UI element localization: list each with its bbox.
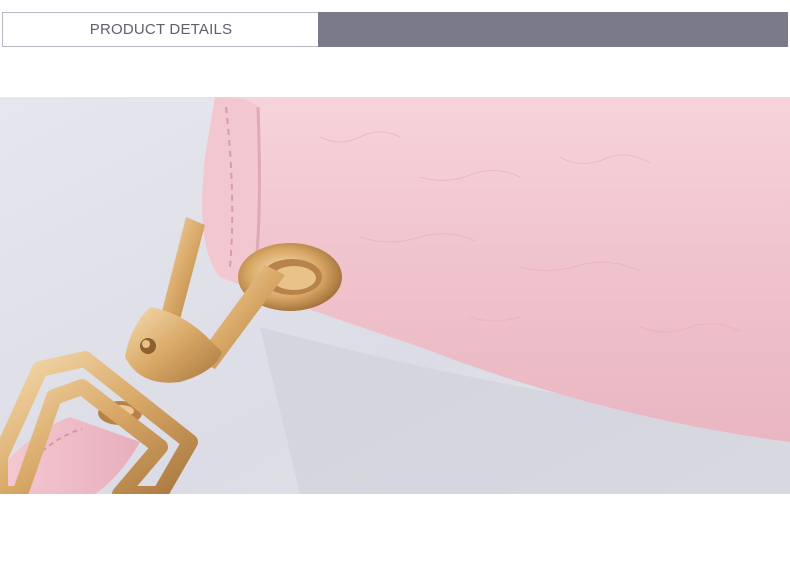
product-details-header: PRODUCT DETAILS (2, 12, 788, 47)
header-title: PRODUCT DETAILS (89, 21, 233, 38)
product-photo (0, 97, 790, 494)
header-accent-bar (318, 12, 788, 47)
header-title-box: PRODUCT DETAILS (2, 12, 320, 47)
